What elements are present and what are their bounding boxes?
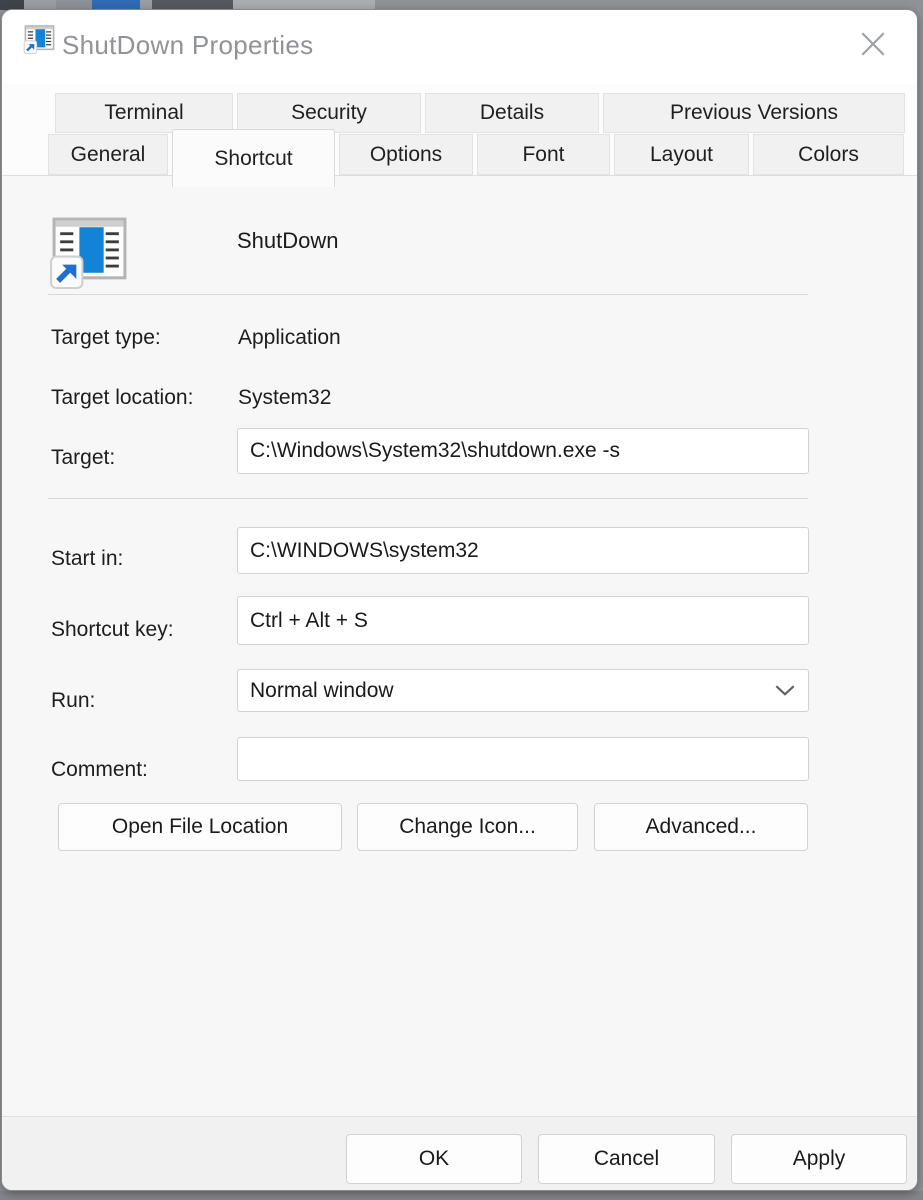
target-location-value: System32: [238, 386, 331, 410]
cancel-button[interactable]: Cancel: [538, 1134, 715, 1184]
tab-font[interactable]: Font: [477, 134, 610, 175]
start-in-input[interactable]: [237, 527, 809, 574]
button-label: Cancel: [594, 1147, 659, 1171]
dialog-footer: OK Cancel Apply: [2, 1116, 917, 1191]
target-input[interactable]: [237, 428, 809, 474]
open-file-location-button[interactable]: Open File Location: [58, 803, 342, 851]
separator: [48, 294, 808, 295]
tab-colors[interactable]: Colors: [753, 134, 904, 175]
apply-button[interactable]: Apply: [731, 1134, 907, 1184]
button-label: Open File Location: [112, 815, 288, 839]
tab-terminal[interactable]: Terminal: [55, 93, 233, 133]
run-label: Run:: [51, 689, 95, 713]
tab-details[interactable]: Details: [425, 93, 599, 133]
close-button[interactable]: [853, 24, 893, 64]
tab-shortcut-active[interactable]: Shortcut: [172, 129, 335, 187]
run-dropdown[interactable]: Normal window: [237, 669, 809, 712]
ok-button[interactable]: OK: [346, 1134, 522, 1184]
tab-strip: Terminal Security Details Previous Versi…: [2, 84, 917, 175]
tab-label: Font: [522, 143, 564, 167]
tab-security[interactable]: Security: [237, 93, 421, 133]
shutdown-shortcut-icon: [23, 22, 56, 55]
target-type-label: Target type:: [51, 326, 161, 350]
comment-label: Comment:: [51, 758, 148, 782]
window-title: ShutDown Properties: [62, 30, 313, 61]
target-label: Target:: [51, 446, 115, 470]
tab-label: Options: [370, 143, 442, 167]
tab-label: Security: [291, 101, 367, 125]
tab-label: Previous Versions: [670, 101, 838, 125]
shutdown-shortcut-icon-large: [48, 209, 131, 292]
tab-label: Layout: [650, 143, 713, 167]
chevron-down-icon: [774, 684, 796, 697]
tab-label: Terminal: [104, 101, 183, 125]
background-strip-bottom: [0, 1191, 923, 1200]
shortcut-name: ShutDown: [237, 228, 339, 254]
shortcut-key-input[interactable]: [237, 596, 809, 645]
tab-layout[interactable]: Layout: [614, 134, 749, 175]
title-bar[interactable]: ShutDown Properties: [2, 10, 917, 84]
tab-general[interactable]: General: [48, 134, 168, 175]
tab-previous-versions[interactable]: Previous Versions: [603, 93, 905, 133]
start-in-label: Start in:: [51, 547, 123, 571]
tab-options[interactable]: Options: [339, 134, 473, 175]
close-icon: [858, 29, 888, 59]
run-dropdown-value: Normal window: [250, 679, 394, 703]
tab-label: General: [71, 143, 146, 167]
separator: [48, 498, 808, 499]
properties-dialog: ShutDown Properties Terminal Security De…: [1, 9, 918, 1191]
advanced-button[interactable]: Advanced...: [594, 803, 808, 851]
target-location-label: Target location:: [51, 386, 193, 410]
button-label: Change Icon...: [399, 815, 536, 839]
button-label: Advanced...: [646, 815, 757, 839]
shortcut-tab-panel: ShutDown Target type: Application Target…: [2, 175, 917, 1116]
button-label: OK: [419, 1147, 449, 1171]
tab-label: Colors: [798, 143, 859, 167]
button-label: Apply: [793, 1147, 846, 1171]
tab-label: Details: [480, 101, 544, 125]
target-type-value: Application: [238, 326, 341, 350]
tab-label: Shortcut: [214, 147, 292, 171]
comment-input[interactable]: [237, 737, 809, 781]
shortcut-key-label: Shortcut key:: [51, 618, 174, 642]
change-icon-button[interactable]: Change Icon...: [357, 803, 578, 851]
